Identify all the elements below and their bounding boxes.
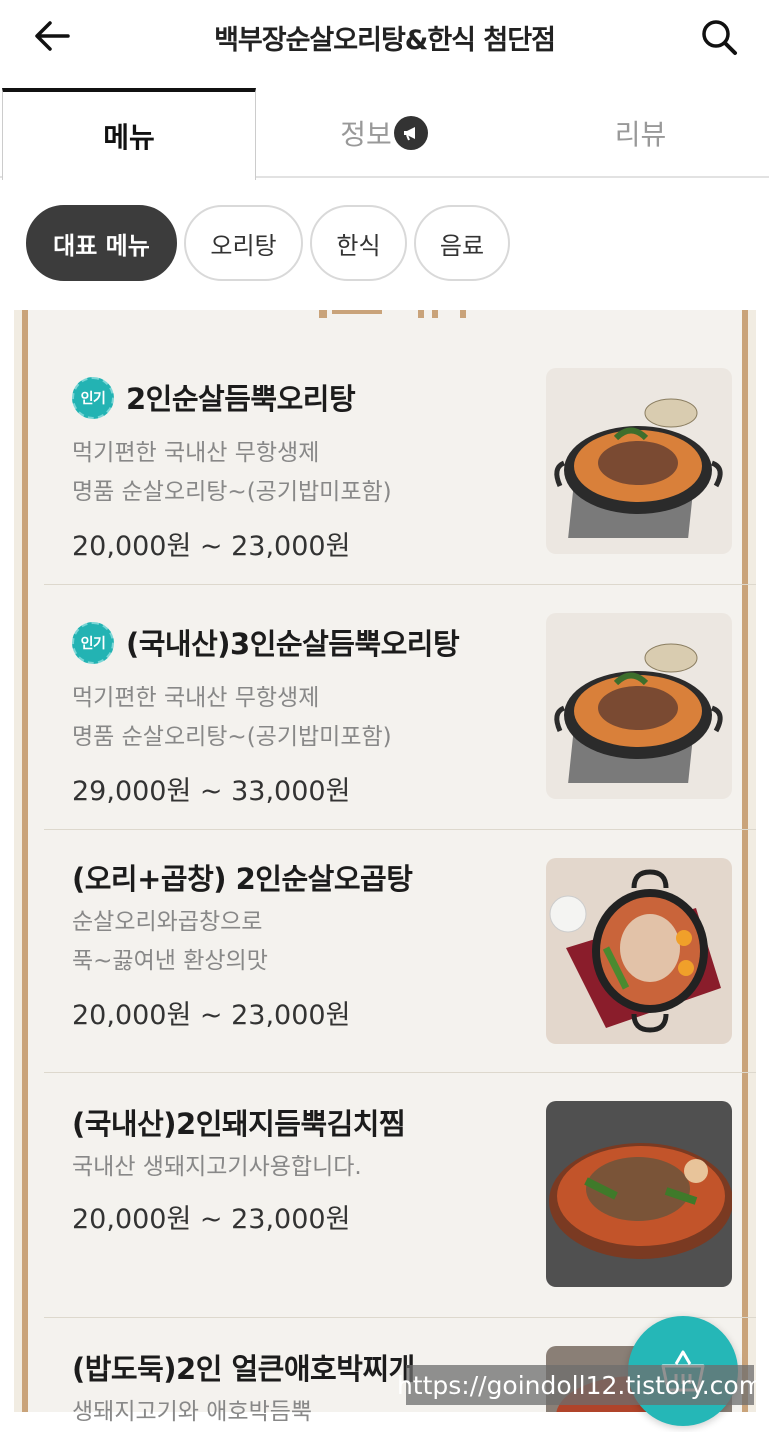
- ornament: [460, 310, 466, 318]
- tab-info-label: 정보: [340, 118, 392, 151]
- menu-item[interactable]: 인기 (국내산)3인순살듬뿍오리탕 먹기편한 국내산 무항생제 명품 순살오리탕~…: [44, 585, 756, 830]
- tab-menu-label: 메뉴: [103, 121, 155, 154]
- menu-item-name: 인기 (국내산)3인순살듬뿍오리탕: [72, 621, 460, 667]
- menu-item-desc: 순살오리와곱창으로: [72, 909, 263, 935]
- arrow-left-icon: [35, 21, 70, 51]
- menu-item-name: (국내산)2인돼지듬뿍김치찜: [72, 1107, 406, 1141]
- menu-item-desc: 먹기편한 국내산 무항생제: [72, 440, 320, 466]
- menu-list: 인기 2인순살듬뿍오리탕 먹기편한 국내산 무항생제 명품 순살오리탕~(공기밥미…: [14, 310, 756, 1425]
- tab-bar: 메뉴 정보 리뷰: [0, 88, 769, 180]
- menu-item-desc: 먹기편한 국내산 무항생제: [72, 685, 320, 711]
- menu-item-name: 인기 2인순살듬뿍오리탕: [72, 376, 356, 422]
- watermark: https://goindoll12.tistory.com: [397, 1365, 763, 1405]
- menu-item-title: (국내산)3인순살듬뿍오리탕: [126, 627, 460, 661]
- menu-item-price: 20,000원 ~ 23,000원: [72, 1204, 351, 1235]
- back-button[interactable]: [30, 16, 74, 56]
- menu-item[interactable]: (오리+곱창) 2인순살오곱탕 순살오리와곱창으로 푹~끓여낸 환상의맛 20,…: [44, 830, 756, 1073]
- tab-review[interactable]: 리뷰: [512, 88, 769, 178]
- search-icon: [702, 20, 737, 55]
- menu-item-desc: 생돼지고기와 애호박듬뿍: [72, 1399, 313, 1425]
- menu-item-desc: 푹~끓여낸 환상의맛: [72, 948, 268, 974]
- menu-item-price: 20,000원 ~ 23,000원: [72, 1000, 351, 1031]
- menu-item-name: (오리+곱창) 2인순살오곱탕: [72, 862, 413, 896]
- menu-item-desc: 명품 순살오리탕~(공기밥미포함): [72, 479, 392, 505]
- menu-item-image: [546, 613, 732, 799]
- menu-item-image: [546, 368, 732, 554]
- search-button[interactable]: [696, 14, 742, 60]
- tab-review-label: 리뷰: [614, 118, 667, 151]
- popular-badge: 인기: [72, 622, 114, 664]
- page-title: 백부장순살오리탕&한식 첨단점: [214, 25, 556, 56]
- tab-info[interactable]: 정보: [256, 88, 512, 178]
- menu-item[interactable]: 인기 2인순살듬뿍오리탕 먹기편한 국내산 무항생제 명품 순살오리탕~(공기밥미…: [44, 340, 756, 585]
- menu-item-name: (밥도둑)2인 얼큰애호박찌개: [72, 1352, 415, 1386]
- tab-menu[interactable]: 메뉴: [2, 88, 256, 180]
- chip-duck-soup[interactable]: 오리탕: [184, 205, 303, 281]
- ornament: [418, 310, 424, 318]
- menu-item-image: [546, 1101, 732, 1287]
- menu-item-desc: 국내산 생돼지고기사용합니다.: [72, 1154, 362, 1180]
- chip-signature-menu[interactable]: 대표 메뉴: [26, 205, 177, 281]
- menu-item-price: 29,000원 ~ 33,000원: [72, 776, 351, 807]
- ornament: [432, 310, 438, 318]
- menu-item[interactable]: (국내산)2인돼지듬뿍김치찜 국내산 생돼지고기사용합니다. 20,000원 ~…: [44, 1073, 756, 1318]
- ornament: [319, 310, 327, 318]
- chip-drinks[interactable]: 음료: [414, 205, 510, 281]
- menu-item-desc: 명품 순살오리탕~(공기밥미포함): [72, 724, 392, 750]
- category-chips: 대표 메뉴 오리탕 한식 음료: [0, 205, 769, 283]
- megaphone-icon: [393, 116, 428, 150]
- app-header: 백부장순살오리탕&한식 첨단점: [0, 0, 769, 78]
- chip-korean-food[interactable]: 한식: [310, 205, 407, 281]
- ornament: [332, 310, 382, 314]
- menu-item-title: 2인순살듬뿍오리탕: [126, 382, 356, 416]
- menu-item-price: 20,000원 ~ 23,000원: [72, 531, 351, 562]
- popular-badge: 인기: [72, 377, 114, 419]
- menu-item-image: [546, 858, 732, 1044]
- border-decoration: [14, 310, 28, 1412]
